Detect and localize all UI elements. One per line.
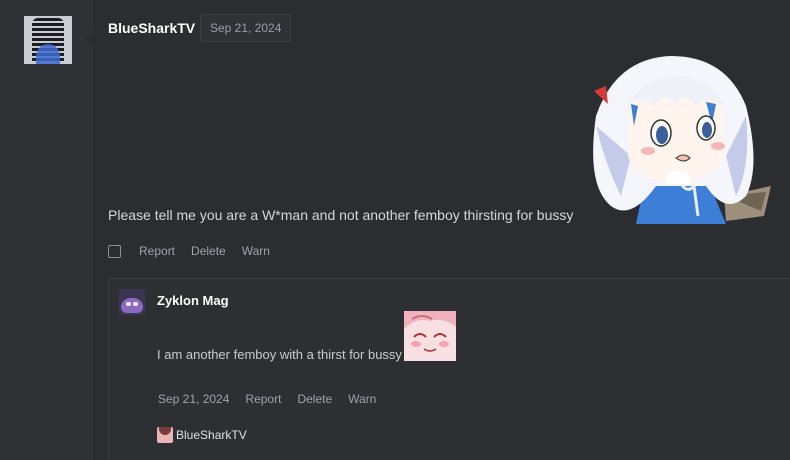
delete-button[interactable]: Delete [191,244,226,258]
avatar-eye-left [126,302,131,306]
user-avatar[interactable] [24,16,72,64]
mention-avatar [157,427,173,443]
reply-avatar[interactable] [119,289,145,315]
post-date-badge[interactable]: Sep 21, 2024 [200,14,292,42]
reply-body-text: I am another femboy with a thirst for bu… [157,347,402,362]
reply-delete-button[interactable]: Delete [297,392,332,406]
reply-date[interactable]: Sep 21, 2024 [158,392,229,406]
reply-author[interactable]: Zyklon Mag [157,293,229,308]
avatar-hair-shape [36,44,60,64]
quoted-reply: Zyklon Mag I am another femboy with a th… [108,278,790,460]
user-mention[interactable]: BlueSharkTV [157,427,247,443]
report-button[interactable]: Report [139,244,175,258]
select-checkbox[interactable] [108,245,121,258]
pink-anime-face-sticker [404,311,456,361]
post-actions: Report Delete Warn [108,244,286,258]
reply-actions: Sep 21, 2024 Report Delete Warn [158,392,392,406]
post-body-text: Please tell me you are a W*man and not a… [108,207,574,223]
avatar-eye-right [133,302,138,306]
reply-report-button[interactable]: Report [245,392,281,406]
post-author[interactable]: BlueSharkTV [108,20,195,36]
anime-girl-sticker [593,56,771,224]
warn-button[interactable]: Warn [242,244,270,258]
reply-warn-button[interactable]: Warn [348,392,376,406]
avatar-creature-shape [121,298,143,313]
user-column [0,0,95,460]
mention-username: BlueSharkTV [176,428,247,442]
